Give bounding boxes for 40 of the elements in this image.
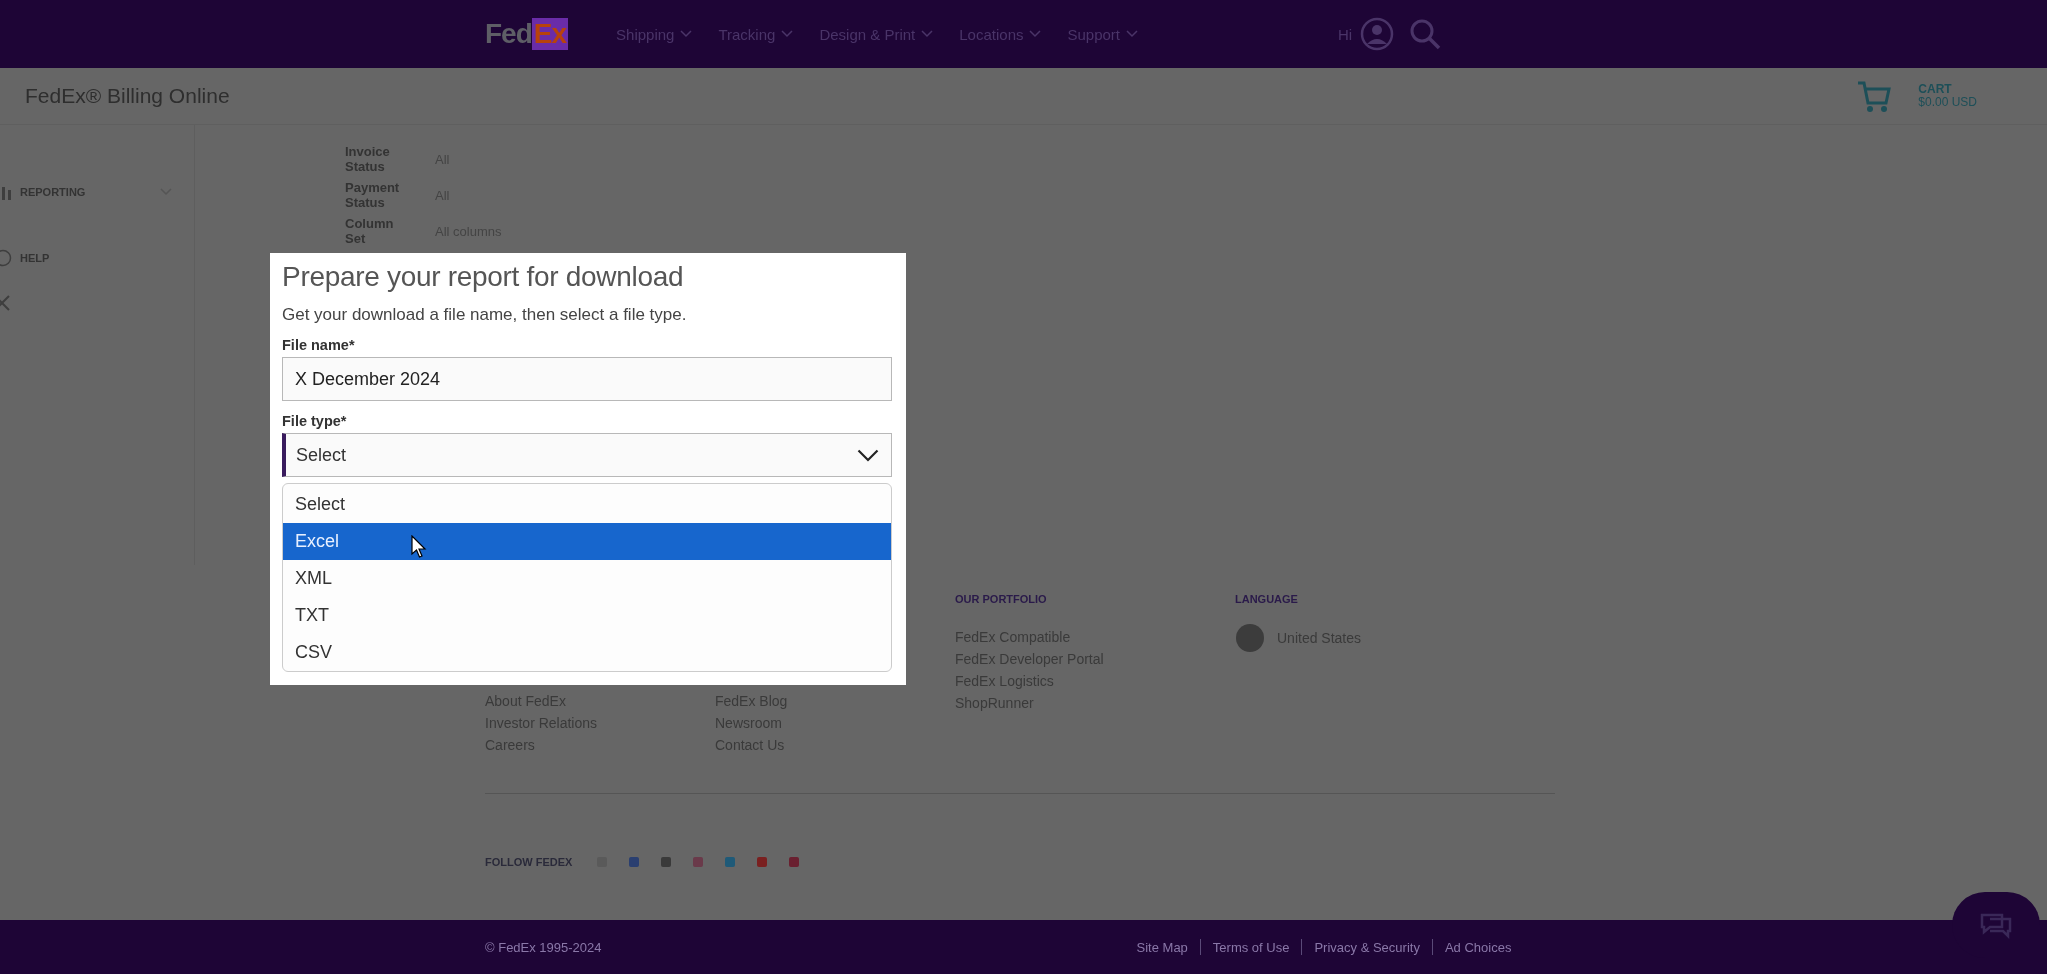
search-icon: [1408, 17, 1443, 51]
footer-link[interactable]: Terms of Use: [1212, 939, 1290, 955]
dropdown-option[interactable]: Excel: [283, 523, 891, 560]
social-icon[interactable]: [660, 856, 673, 868]
dropdown-option[interactable]: Select: [283, 486, 891, 523]
logo[interactable]: FedEx: [485, 18, 569, 50]
cart-label[interactable]: CART: [1918, 82, 1977, 96]
dialog-title: Prepare your report for download: [282, 261, 685, 293]
page-title: FedEx® Billing Online: [25, 84, 230, 108]
social-icon[interactable]: [628, 856, 641, 868]
chevron-icon: [1126, 30, 1139, 38]
globe-icon: [1235, 623, 1265, 653]
chevron-icon: [921, 30, 934, 38]
dropdown-option[interactable]: TXT: [283, 597, 891, 634]
dialog-text: Get your download a file name, then select a file type.: [282, 305, 688, 325]
footer-link[interactable]: Ad Choices: [1444, 939, 1512, 955]
chat-icon: [1978, 911, 2014, 939]
copyright-text: © FedEx 1995-2024: [485, 939, 602, 955]
file-type-dropdown[interactable]: Select: [282, 433, 892, 477]
dropdown-option[interactable]: XML: [283, 560, 891, 597]
footer-heading: OUR PORTFOLIO: [955, 593, 1048, 605]
footer-link[interactable]: Privacy & Security: [1314, 939, 1420, 955]
footer-link[interactable]: Site Map: [1136, 939, 1188, 955]
field-label: File name*: [282, 337, 356, 353]
chevron-icon: [680, 30, 693, 38]
chevron-icon: [857, 448, 879, 462]
social-icon[interactable]: [788, 856, 801, 868]
chevron-icon: [1029, 30, 1042, 38]
social-icon[interactable]: [692, 856, 705, 868]
social-icon[interactable]: [756, 856, 769, 868]
follow-label: FOLLOW FEDEX: [485, 856, 573, 868]
file-name-field[interactable]: X December 2024: [282, 357, 892, 401]
social-icon[interactable]: [724, 856, 737, 868]
cursor-icon: [411, 535, 427, 559]
dropdown-option[interactable]: CSV: [283, 634, 891, 671]
cart-amount: $0.00 USD: [1918, 96, 1977, 110]
field-label: File type*: [282, 413, 348, 429]
footer-heading: LANGUAGE: [1235, 593, 1299, 605]
user-icon: [1360, 17, 1395, 51]
chevron-icon: [781, 30, 794, 38]
